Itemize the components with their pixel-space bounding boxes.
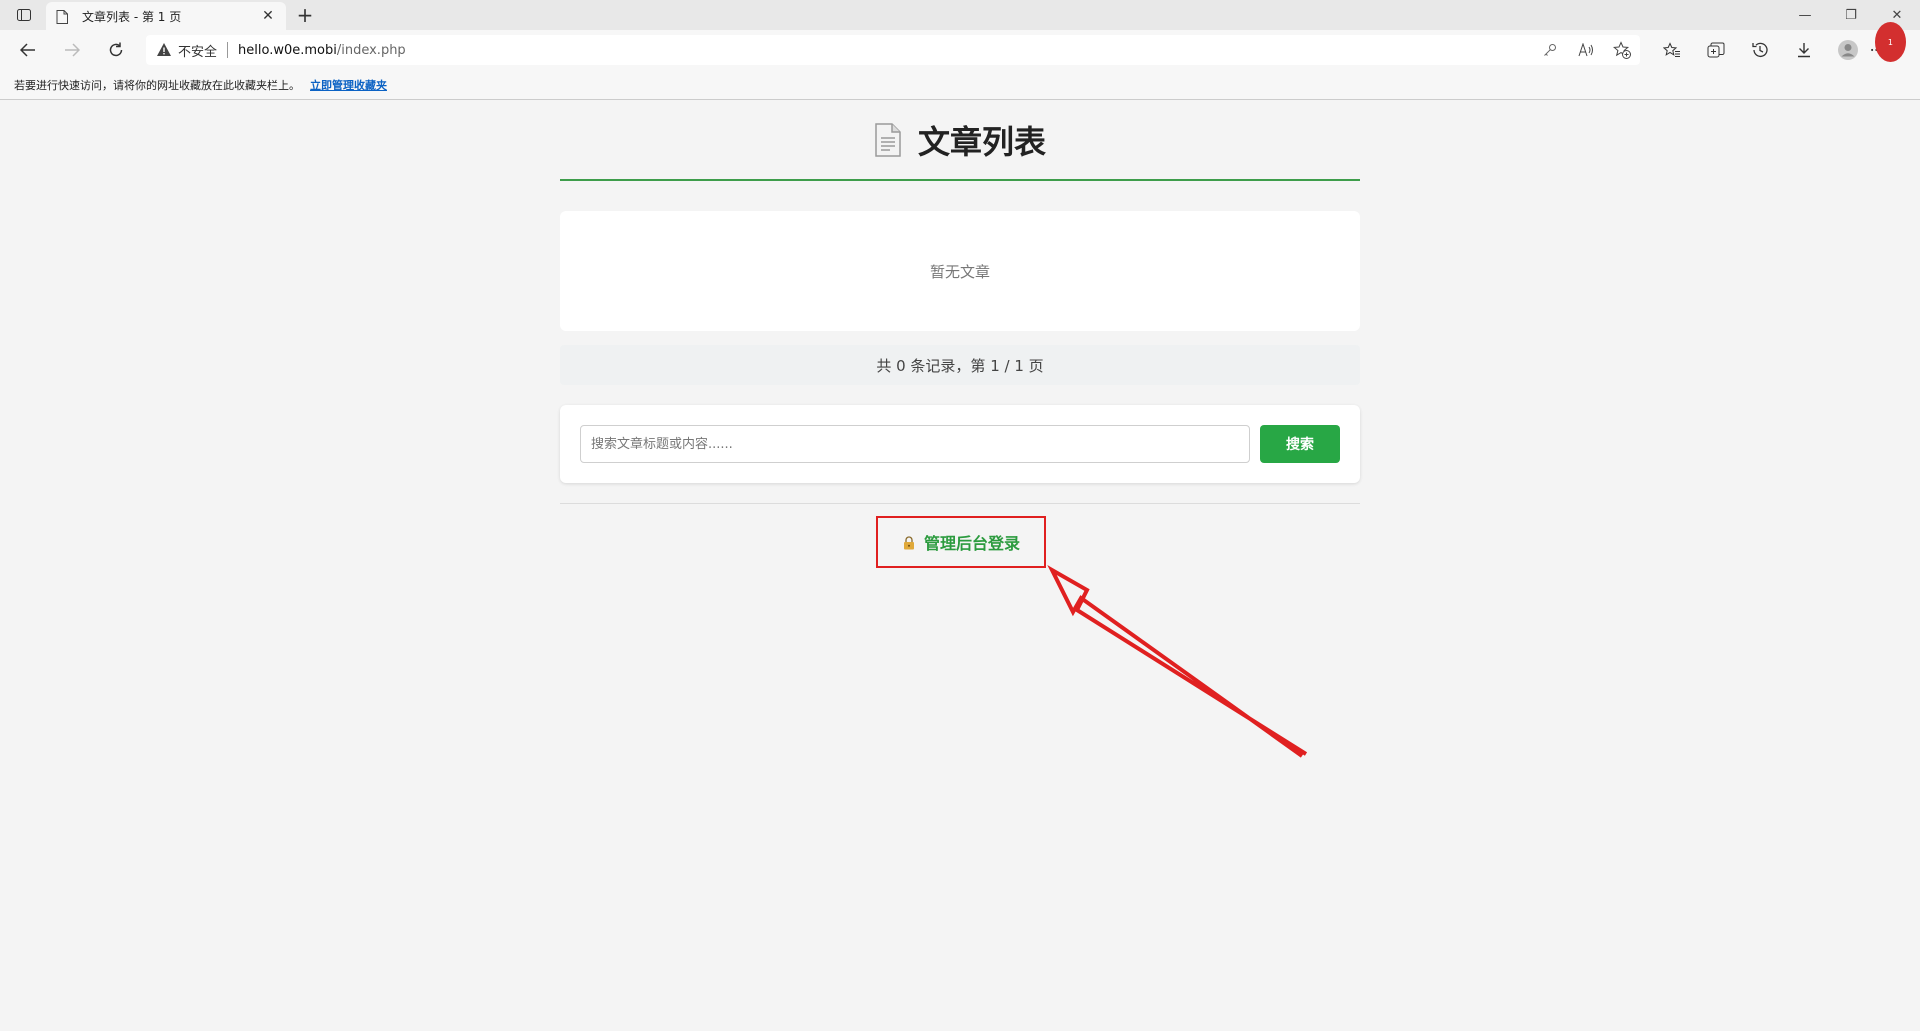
manage-favorites-link[interactable]: 立即管理收藏夹 — [310, 77, 387, 93]
page-icon — [56, 9, 70, 24]
restore-button[interactable]: ❐ — [1828, 0, 1874, 30]
pagination-text: 共 0 条记录，第 1 / 1 页 — [876, 356, 1044, 375]
address-bar-actions — [1532, 35, 1640, 65]
browser-tab-bar: 文章列表 - 第 1 页 ✕ + — ❐ ✕ — [0, 0, 1920, 30]
page-title: 文章列表 — [917, 123, 1046, 161]
forward-icon[interactable] — [58, 36, 86, 64]
add-favorite-icon[interactable] — [1604, 35, 1640, 65]
highlight-box: 管理后台登录 — [876, 516, 1046, 568]
browser-tab[interactable]: 文章列表 - 第 1 页 ✕ — [46, 2, 286, 30]
tab-title: 文章列表 - 第 1 页 — [82, 9, 182, 24]
url-path: /index.php — [336, 42, 406, 58]
refresh-icon[interactable] — [102, 36, 130, 64]
admin-login-label: 管理后台登录 — [923, 534, 1020, 553]
favorites-icon[interactable] — [1650, 30, 1694, 70]
search-button[interactable]: 搜索 — [1260, 425, 1340, 463]
browser-tool-icons: 1 — [1650, 22, 1914, 70]
notification-badge: 1 — [1874, 22, 1906, 62]
history-icon[interactable] — [1738, 30, 1782, 70]
pagination-info: 共 0 条记录，第 1 / 1 页 — [560, 345, 1360, 385]
read-aloud-icon[interactable] — [1568, 35, 1604, 65]
empty-state-message: 暂无文章 — [929, 262, 990, 281]
page-header: 文章列表 — [560, 101, 1360, 181]
footer-divider — [560, 503, 1360, 504]
favorites-bar-prompt: 若要进行快速访问，请将你的网址收藏放在此收藏夹栏上。 — [14, 78, 300, 92]
address-bar[interactable]: 不安全 hello.w0e.mobi/index.php — [146, 35, 1640, 65]
favorites-bar: 若要进行快速访问，请将你的网址收藏放在此收藏夹栏上。 立即管理收藏夹 — [0, 70, 1920, 100]
key-icon[interactable] — [1532, 35, 1568, 65]
new-tab-button[interactable]: + — [292, 3, 318, 27]
more-menu-icon[interactable]: 1 — [1870, 22, 1914, 70]
page-content: 文章列表 暂无文章 共 0 条记录，第 1 / 1 页 搜索 管理后台登录 — [560, 101, 1360, 568]
warning-icon[interactable] — [156, 42, 172, 58]
search-input[interactable] — [580, 425, 1250, 463]
tab-close-icon[interactable]: ✕ — [260, 8, 276, 24]
search-form: 搜索 — [560, 405, 1360, 483]
article-list: 暂无文章 — [560, 211, 1360, 331]
security-label[interactable]: 不安全 — [178, 41, 217, 60]
lock-icon — [902, 535, 916, 550]
url-host: hello.w0e.mobi — [238, 42, 337, 58]
tab-actions-icon[interactable] — [12, 6, 36, 24]
document-icon — [874, 123, 902, 157]
profile-avatar-icon[interactable] — [1826, 30, 1870, 70]
admin-login-link[interactable]: 管理后台登录 — [902, 530, 1020, 554]
minimize-button[interactable]: — — [1782, 0, 1828, 30]
browser-toolbar: 不安全 hello.w0e.mobi/index.php 1 — [0, 22, 1920, 70]
collections-icon[interactable] — [1694, 30, 1738, 70]
address-divider — [227, 42, 229, 58]
back-icon[interactable] — [14, 36, 42, 64]
downloads-icon[interactable] — [1782, 30, 1826, 70]
